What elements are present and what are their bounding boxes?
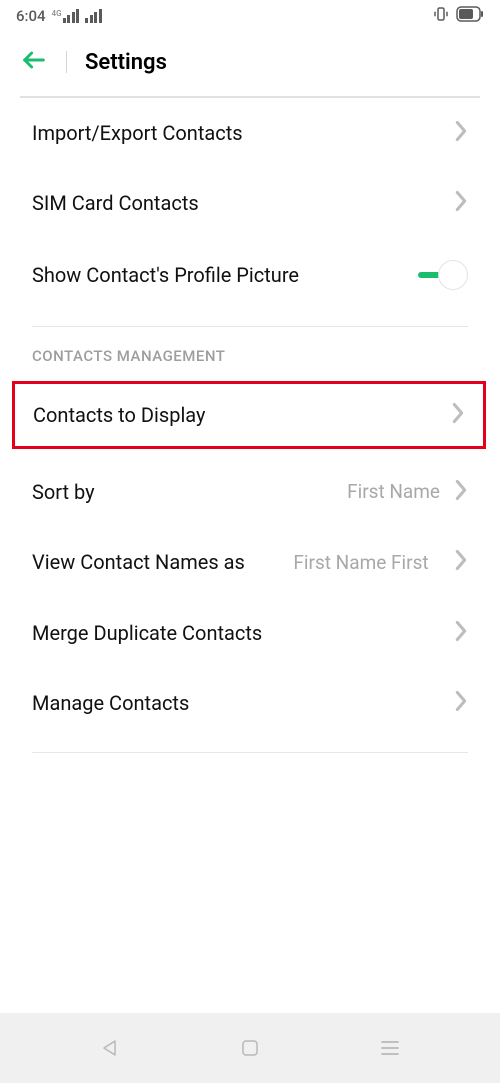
chevron-right-icon — [454, 190, 468, 216]
status-time: 6:04 — [16, 7, 46, 25]
row-contacts-to-display[interactable]: Contacts to Display — [15, 384, 483, 446]
signal-icon-2 — [85, 9, 102, 23]
page-title: Settings — [85, 50, 167, 75]
battery-icon — [456, 6, 484, 26]
row-view-names[interactable]: View Contact Names as First Name First — [20, 527, 480, 598]
row-label: Import/Export Contacts — [32, 121, 454, 145]
row-label: Merge Duplicate Contacts — [32, 621, 454, 645]
header-divider — [66, 51, 67, 73]
row-label: Sort by — [32, 480, 347, 504]
back-arrow-icon[interactable] — [20, 46, 48, 78]
row-value: First Name — [347, 480, 440, 503]
status-bar: 6:04 4G — [0, 0, 500, 30]
row-label: Show Contact's Profile Picture — [32, 263, 416, 287]
row-label: Manage Contacts — [32, 691, 454, 715]
page-header: Settings — [0, 30, 500, 96]
row-sort-by[interactable]: Sort by First Name — [20, 457, 480, 527]
chevron-right-icon — [451, 402, 465, 428]
row-manage-contacts[interactable]: Manage Contacts — [20, 668, 480, 738]
row-sim-card[interactable]: SIM Card Contacts — [20, 168, 480, 238]
row-import-export[interactable]: Import/Export Contacts — [20, 98, 480, 168]
chevron-right-icon — [454, 690, 468, 716]
chevron-right-icon — [454, 120, 468, 146]
nav-recents-icon[interactable] — [376, 1034, 404, 1062]
row-value: First Name First — [293, 551, 428, 574]
system-nav-bar — [0, 1013, 500, 1083]
vibrate-icon — [432, 5, 450, 27]
chevron-right-icon — [454, 479, 468, 505]
profile-picture-toggle[interactable] — [416, 260, 468, 290]
chevron-right-icon — [454, 620, 468, 646]
signal-icon — [63, 9, 80, 23]
row-label: Contacts to Display — [33, 403, 451, 427]
row-label: View Contact Names as — [32, 549, 282, 576]
section-contacts-management: CONTACTS MANAGEMENT — [20, 327, 480, 371]
highlight-contacts-to-display: Contacts to Display — [12, 381, 486, 449]
section-divider-end — [32, 752, 468, 753]
nav-back-icon[interactable] — [96, 1034, 124, 1062]
chevron-right-icon — [454, 549, 468, 575]
row-label: SIM Card Contacts — [32, 191, 454, 215]
row-profile-picture: Show Contact's Profile Picture — [20, 238, 480, 312]
nav-home-icon[interactable] — [236, 1034, 264, 1062]
network-label: 4G — [52, 9, 62, 18]
row-merge-duplicates[interactable]: Merge Duplicate Contacts — [20, 598, 480, 668]
